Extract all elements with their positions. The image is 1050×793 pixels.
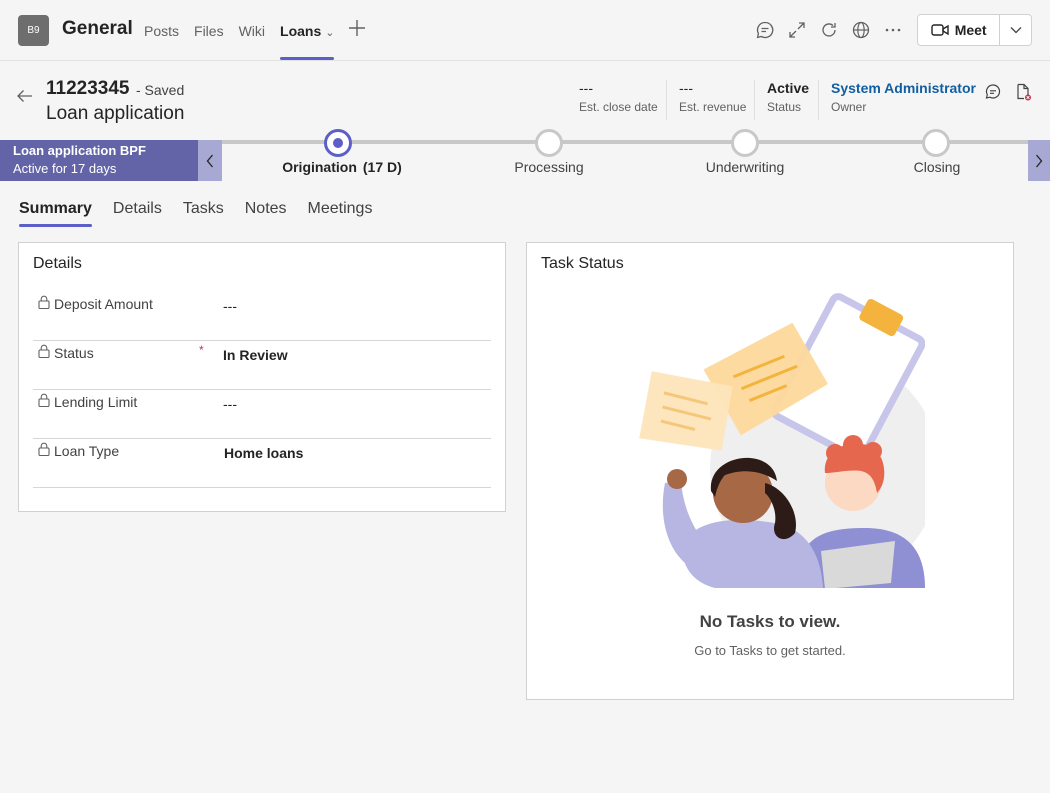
channel-name: General	[62, 18, 133, 39]
header-field-label: Status	[767, 100, 802, 114]
tab-wiki[interactable]: Wiki	[239, 0, 265, 61]
empty-state-illustration	[639, 293, 925, 588]
field-value: ---	[223, 396, 237, 412]
meet-dropdown-button[interactable]	[1000, 15, 1031, 45]
chat-icon[interactable]	[755, 20, 775, 40]
tab-details[interactable]: Details	[113, 200, 162, 227]
field-status: Status * In Review	[33, 341, 491, 390]
bpf-stage-closing-label[interactable]: Closing	[914, 159, 961, 175]
more-icon[interactable]	[883, 20, 903, 40]
tab-notes[interactable]: Notes	[245, 200, 287, 227]
field-loan-type: Loan Type Home loans	[33, 439, 491, 488]
meet-label: Meet	[954, 22, 987, 38]
tab-files[interactable]: Files	[194, 0, 224, 61]
chevron-left-icon	[206, 154, 213, 167]
form-tabs: Summary Details Tasks Notes Meetings	[19, 200, 393, 227]
chevron-down-icon	[1010, 27, 1022, 34]
bpf-next-button[interactable]	[1028, 140, 1050, 181]
expand-icon[interactable]	[787, 20, 807, 40]
section-title: Details	[33, 255, 82, 272]
tab-summary[interactable]: Summary	[19, 200, 92, 227]
empty-state-title: No Tasks to view.	[699, 612, 841, 631]
field-value: In Review	[223, 347, 288, 363]
field-label: Lending Limit	[54, 394, 138, 410]
save-status: - Saved	[136, 82, 185, 98]
header-field-label: Est. revenue	[679, 100, 747, 114]
header-divider	[666, 80, 667, 120]
field-label: Status	[54, 345, 94, 361]
record-entity-title: Loan application	[46, 103, 185, 124]
header-field-value: ---	[579, 80, 593, 96]
bpf-stage-closing-node[interactable]	[922, 129, 950, 157]
bpf-prev-button[interactable]	[198, 140, 222, 181]
bpf-stage-origination-label[interactable]: Origination (17 D)	[282, 159, 402, 175]
meet-button-group: Meet	[917, 14, 1032, 46]
tab-meetings[interactable]: Meetings	[308, 200, 373, 227]
tab-loans[interactable]: Loans ⌄	[280, 0, 335, 61]
video-camera-icon	[930, 24, 949, 36]
header-divider	[818, 80, 819, 120]
task-status-section: Task Status No Tasks to view. Go to Task…	[526, 242, 1014, 700]
bpf-flyout[interactable]: Loan application BPF Active for 17 days	[0, 140, 198, 181]
bpf-stage-processing-node[interactable]	[535, 129, 563, 157]
record-id: 11223345	[46, 78, 130, 99]
header-est-close-date: --- Est. close date	[579, 80, 658, 120]
field-lending-limit: Lending Limit ---	[33, 390, 491, 439]
meet-button[interactable]: Meet	[918, 15, 1001, 45]
lock-icon	[38, 295, 50, 309]
field-label: Deposit Amount	[54, 296, 153, 312]
field-value: Home loans	[224, 445, 304, 461]
header-field-value: ---	[679, 80, 693, 96]
teams-header: B9 General Posts Files Wiki Loans ⌄ Meet	[0, 0, 1050, 61]
bpf-stage-processing-label[interactable]: Processing	[514, 159, 583, 175]
required-indicator: *	[199, 343, 204, 357]
refresh-icon[interactable]	[819, 20, 839, 40]
tab-tasks[interactable]: Tasks	[183, 200, 224, 227]
bpf-stage-underwriting-label[interactable]: Underwriting	[706, 159, 785, 175]
chat-icon[interactable]	[984, 83, 1002, 101]
field-label: Loan Type	[54, 443, 120, 459]
section-title: Task Status	[541, 255, 624, 272]
header-status: Active Status	[767, 80, 809, 120]
field-value: ---	[223, 298, 237, 314]
details-section: Details Deposit Amount --- Status * In R…	[18, 242, 506, 512]
bpf-name: Loan application BPF	[13, 143, 146, 158]
header-est-revenue: --- Est. revenue	[679, 80, 746, 120]
tab-posts[interactable]: Posts	[144, 0, 179, 61]
header-owner: System Administrator Owner	[831, 80, 976, 120]
header-field-label: Owner	[831, 100, 867, 114]
field-deposit-amount: Deposit Amount ---	[33, 292, 491, 341]
lock-icon	[38, 442, 50, 456]
bpf-stage-underwriting-node[interactable]	[731, 129, 759, 157]
document-error-icon[interactable]	[1014, 83, 1032, 101]
chevron-right-icon	[1036, 154, 1043, 167]
owner-link[interactable]: System Administrator	[831, 80, 976, 98]
team-avatar[interactable]: B9	[18, 15, 49, 46]
channel-tabs: Posts Files Wiki Loans ⌄	[144, 0, 349, 61]
lock-icon	[38, 344, 50, 358]
header-divider	[754, 80, 755, 120]
globe-icon[interactable]	[851, 20, 871, 40]
header-field-value: Active	[767, 80, 810, 96]
bpf-status: Active for 17 days	[13, 161, 117, 176]
header-field-label: Est. close date	[579, 100, 658, 114]
bpf-stage-origination-node[interactable]	[324, 129, 352, 157]
empty-state-subtitle: Go to Tasks to get started.	[694, 643, 846, 658]
chevron-down-icon: ⌄	[325, 27, 335, 39]
back-arrow-icon[interactable]	[15, 86, 35, 106]
lock-icon	[38, 393, 50, 407]
add-tab-icon[interactable]	[347, 18, 367, 38]
